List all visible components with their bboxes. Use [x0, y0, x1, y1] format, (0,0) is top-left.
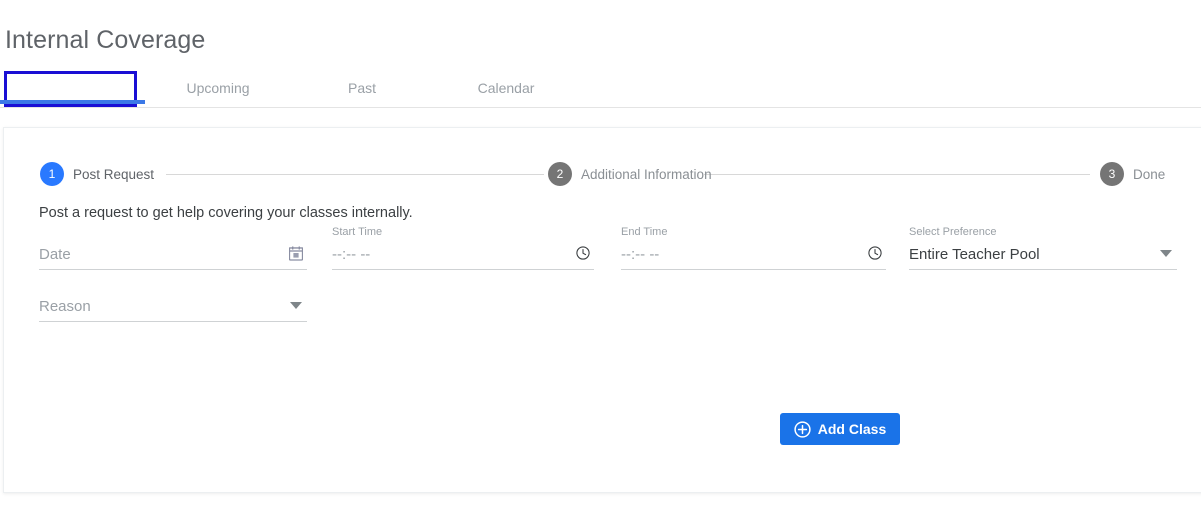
stepper-connector-2 — [704, 174, 1090, 175]
stepper-step-3-label: Done — [1133, 166, 1166, 182]
reason-field — [39, 295, 307, 339]
start-time-label: Start Time — [332, 226, 383, 238]
stepper-step-additional-information[interactable]: 2 Additional Information — [548, 161, 712, 187]
stepper-step-done[interactable]: 3 Done — [1100, 161, 1165, 187]
stepper-step-post-request[interactable]: 1 Post Request — [40, 161, 154, 187]
add-class-button[interactable]: Add Class — [780, 413, 900, 445]
end-time-field: End Time — [621, 226, 886, 287]
tab-upcoming[interactable]: Upcoming — [158, 70, 278, 107]
add-class-label: Add Class — [817, 421, 887, 437]
end-time-input[interactable] — [621, 243, 886, 270]
app-root: Internal Coverage Post Request Upcoming … — [0, 0, 1201, 507]
stepper-step-1-label: Post Request — [73, 166, 155, 182]
select-preference-field: Select Preference — [909, 226, 1177, 287]
calendar-icon[interactable] — [287, 244, 305, 262]
stepper-step-3-number: 3 — [1100, 162, 1124, 186]
stepper: 1 Post Request 2 Additional Information … — [4, 161, 1201, 187]
stepper-step-2-number: 2 — [548, 162, 572, 186]
stepper-connector-1 — [166, 174, 544, 175]
start-time-field: Start Time — [332, 226, 594, 287]
select-preference-label: Select Preference — [909, 226, 997, 238]
content-card: 1 Post Request 2 Additional Information … — [3, 127, 1201, 493]
plus-circle-icon — [794, 420, 811, 438]
date-input[interactable] — [39, 243, 307, 270]
stepper-step-2-label: Additional Information — [581, 166, 712, 182]
page-title: Internal Coverage — [5, 26, 206, 54]
end-time-label: End Time — [621, 226, 668, 238]
tab-past[interactable]: Past — [302, 70, 422, 107]
clock-icon[interactable] — [866, 244, 884, 262]
reason-input[interactable] — [39, 295, 307, 322]
chevron-down-icon[interactable] — [287, 296, 305, 314]
tab-bar: Post Request Upcoming Past Calendar — [0, 70, 1201, 108]
tab-calendar[interactable]: Calendar — [446, 70, 566, 107]
start-time-input[interactable] — [332, 243, 594, 270]
select-preference-input[interactable] — [909, 243, 1177, 270]
intro-text: Post a request to get help covering your… — [39, 205, 413, 221]
date-field — [39, 243, 307, 287]
clock-icon[interactable] — [574, 244, 592, 262]
stepper-step-1-number: 1 — [40, 162, 64, 186]
chevron-down-icon[interactable] — [1157, 244, 1175, 262]
tab-active-underline — [0, 100, 145, 104]
